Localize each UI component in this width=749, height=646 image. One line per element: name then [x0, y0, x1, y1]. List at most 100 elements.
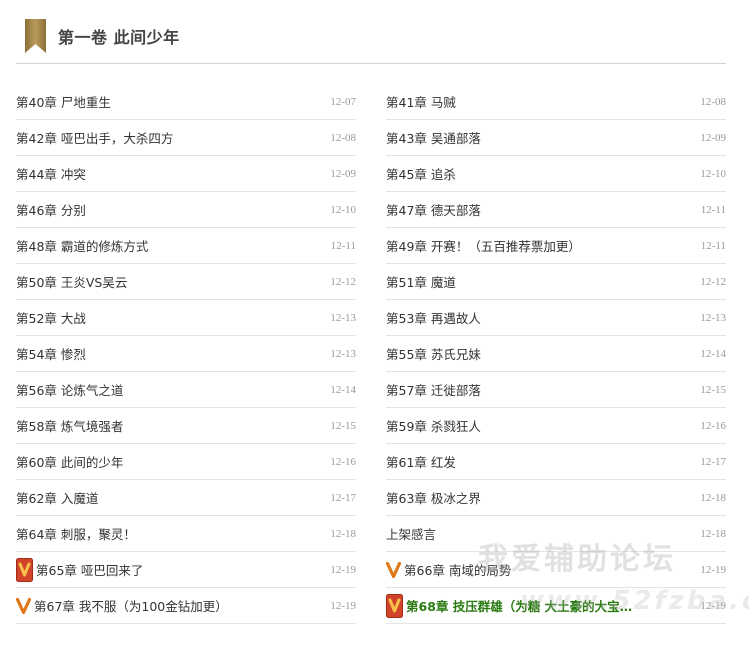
chapter-date: 12-10: [330, 203, 356, 216]
chapter-date: 12-19: [330, 563, 356, 576]
chapter-title-link[interactable]: 第43章 吴通部落: [386, 128, 481, 147]
chapter-date: 12-16: [330, 455, 356, 468]
chapter-date: 12-18: [330, 527, 356, 540]
chapter-title-link[interactable]: 第53章 再遇故人: [386, 308, 481, 327]
chapter-row[interactable]: 第63章 极冰之界 12-18: [386, 480, 726, 516]
chapter-title-link[interactable]: 第61章 红发: [386, 452, 456, 471]
chapter-title-link[interactable]: 第48章 霸道的修炼方式: [16, 236, 148, 255]
vip-icon: [386, 561, 401, 578]
chapter-title-link[interactable]: 第62章 入魔道: [16, 488, 98, 507]
vip-marker: [16, 557, 33, 582]
chapter-date: 12-14: [330, 383, 356, 396]
chapter-date: 12-13: [700, 311, 726, 324]
vip-marker: [386, 561, 401, 578]
chapter-title-link[interactable]: 第67章 我不服（为100金钻加更）: [34, 596, 228, 615]
chapter-row[interactable]: 第57章 迁徙部落 12-15: [386, 372, 726, 408]
chapter-date: 12-10: [700, 167, 726, 180]
chapter-title-link[interactable]: 第52章 大战: [16, 308, 86, 327]
chapter-row[interactable]: 第49章 开赛！（五百推荐票加更） 12-11: [386, 228, 726, 264]
chapter-row[interactable]: 第44章 冲突 12-09: [16, 156, 356, 192]
chapter-row[interactable]: 第58章 炼气境强者 12-15: [16, 408, 356, 444]
chapter-row[interactable]: 第46章 分别 12-10: [16, 192, 356, 228]
chapter-date: 12-17: [330, 491, 356, 504]
chapter-title-link[interactable]: 第63章 极冰之界: [386, 488, 481, 507]
chapter-date: 12-18: [700, 491, 726, 504]
chapter-title-link[interactable]: 第56章 论炼气之道: [16, 380, 123, 399]
chapter-title-link[interactable]: 第60章 此间的少年: [16, 452, 123, 471]
chapter-row[interactable]: 第59章 杀戮狂人 12-16: [386, 408, 726, 444]
chapter-column-right: 第41章 马贼 12-08 第43章 吴通部落 12-09 第45章 追杀 12-10 第4…: [386, 84, 726, 624]
chapter-row[interactable]: 第62章 入魔道 12-17: [16, 480, 356, 516]
chapter-row[interactable]: 第42章 哑巴出手，大杀四方 12-08: [16, 120, 356, 156]
chapter-title-link[interactable]: 第47章 德天部落: [386, 200, 481, 219]
chapter-title-link[interactable]: 第42章 哑巴出手，大杀四方: [16, 128, 173, 147]
chapter-row[interactable]: 第48章 霸道的修炼方式 12-11: [16, 228, 356, 264]
chapter-date: 12-08: [700, 95, 726, 108]
chapter-date: 12-09: [330, 167, 356, 180]
volume-header: 第一卷 此间少年: [25, 18, 180, 54]
chapter-date: 12-19: [330, 599, 356, 612]
chapter-date: 12-07: [330, 95, 356, 108]
chapter-title-link[interactable]: 第68章 技压群雄（为糖 大土豪的大宝…: [406, 596, 632, 615]
chapter-title-link[interactable]: 第45章 追杀: [386, 164, 456, 183]
chapter-row[interactable]: 第61章 红发 12-17: [386, 444, 726, 480]
chapter-title-link[interactable]: 第41章 马贼: [386, 92, 456, 111]
chapter-row[interactable]: 第45章 追杀 12-10: [386, 156, 726, 192]
chapter-row[interactable]: 第56章 论炼气之道 12-14: [16, 372, 356, 408]
chapter-date: 12-18: [700, 527, 726, 540]
chapter-title-link[interactable]: 第65章 哑巴回来了: [36, 560, 143, 579]
chapter-title-link[interactable]: 第40章 尸地重生: [16, 92, 111, 111]
chapter-row[interactable]: 第41章 马贼 12-08: [386, 84, 726, 120]
chapter-title-link[interactable]: 第57章 迁徙部落: [386, 380, 481, 399]
chapter-date: 12-16: [700, 419, 726, 432]
chapter-row[interactable]: 第43章 吴通部落 12-09: [386, 120, 726, 156]
chapter-row[interactable]: 第65章 哑巴回来了 12-19: [16, 552, 356, 588]
chapter-title-link[interactable]: 第58章 炼气境强者: [16, 416, 123, 435]
chapter-title-link[interactable]: 第59章 杀戮狂人: [386, 416, 481, 435]
chapter-row[interactable]: 第55章 苏氏兄妹 12-14: [386, 336, 726, 372]
chapter-date: 12-19: [700, 599, 726, 612]
volume-title: 第一卷 此间少年: [58, 28, 180, 47]
chapter-date: 12-11: [330, 239, 356, 252]
vip-badge-icon: [16, 557, 33, 582]
chapter-row[interactable]: 第50章 王炎VS吴云 12-12: [16, 264, 356, 300]
chapter-row[interactable]: 第64章 刺服，聚灵！ 12-18: [16, 516, 356, 552]
chapter-title-link[interactable]: 第50章 王炎VS吴云: [16, 272, 127, 291]
chapter-row[interactable]: 第54章 惨烈 12-13: [16, 336, 356, 372]
chapter-date: 12-12: [330, 275, 356, 288]
chapter-date: 12-13: [330, 311, 356, 324]
chapter-row[interactable]: 第53章 再遇故人 12-13: [386, 300, 726, 336]
chapter-date: 12-15: [700, 383, 726, 396]
chapter-row[interactable]: 第40章 尸地重生 12-07: [16, 84, 356, 120]
chapter-row[interactable]: 上架感言 12-18: [386, 516, 726, 552]
chapter-column-left: 第40章 尸地重生 12-07 第42章 哑巴出手，大杀四方 12-08 第44章 冲突…: [16, 84, 356, 624]
bookmark-icon: [25, 19, 46, 53]
chapter-date: 12-12: [700, 275, 726, 288]
chapter-row[interactable]: 第66章 南域的局势 12-19: [386, 552, 726, 588]
chapter-title-link[interactable]: 第44章 冲突: [16, 164, 86, 183]
chapter-row[interactable]: 第51章 魔道 12-12: [386, 264, 726, 300]
chapter-row[interactable]: 第60章 此间的少年 12-16: [16, 444, 356, 480]
chapter-title-link[interactable]: 上架感言: [386, 524, 436, 543]
chapter-date: 12-11: [700, 203, 726, 216]
chapter-title-link[interactable]: 第64章 刺服，聚灵！: [16, 524, 136, 543]
vip-marker: [386, 593, 403, 618]
chapter-date: 12-14: [700, 347, 726, 360]
chapter-row[interactable]: 第68章 技压群雄（为糖 大土豪的大宝… 12-19: [386, 588, 726, 624]
chapter-date: 12-13: [330, 347, 356, 360]
chapter-title-link[interactable]: 第55章 苏氏兄妹: [386, 344, 481, 363]
chapter-date: 12-09: [700, 131, 726, 144]
chapter-row[interactable]: 第47章 德天部落 12-11: [386, 192, 726, 228]
chapter-title-link[interactable]: 第46章 分别: [16, 200, 86, 219]
chapter-row[interactable]: 第67章 我不服（为100金钻加更） 12-19: [16, 588, 356, 624]
chapter-row[interactable]: 第52章 大战 12-13: [16, 300, 356, 336]
chapter-title-link[interactable]: 第49章 开赛！（五百推荐票加更）: [386, 236, 581, 255]
chapter-date: 12-11: [700, 239, 726, 252]
vip-badge-icon: [386, 593, 403, 618]
chapter-title-link[interactable]: 第51章 魔道: [386, 272, 456, 291]
chapter-date: 12-15: [330, 419, 356, 432]
header-divider: [16, 63, 726, 64]
chapter-title-link[interactable]: 第66章 南域的局势: [404, 560, 511, 579]
chapter-date: 12-08: [330, 131, 356, 144]
chapter-title-link[interactable]: 第54章 惨烈: [16, 344, 86, 363]
